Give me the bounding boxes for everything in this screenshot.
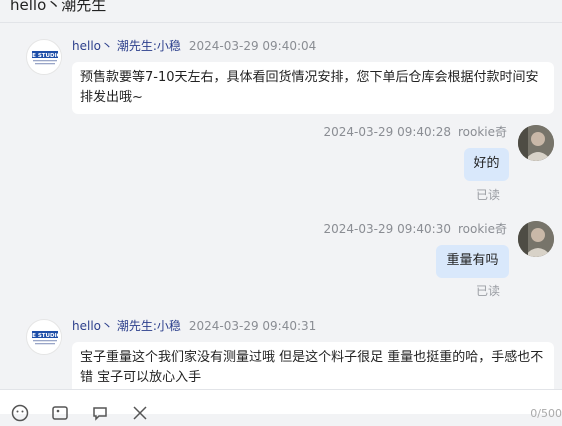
chat-header: hello丶潮先生 — [0, 0, 562, 23]
user-avatar[interactable] — [518, 125, 554, 161]
char-counter: 0/500 — [530, 407, 562, 420]
message-meta: hello丶 潮先生:小稳 2024-03-29 09:40:04 — [72, 38, 316, 54]
sender-name: rookie奇 — [457, 125, 507, 139]
svg-text:LE STUDIO: LE STUDIO — [29, 53, 62, 59]
message-time: 2024-03-29 09:40:30 — [323, 222, 451, 236]
quick-reply-icon[interactable] — [91, 404, 109, 422]
read-status: 已读 — [476, 188, 501, 202]
chat-title: hello丶潮先生 — [10, 0, 107, 14]
sender-name: rookie奇 — [457, 222, 507, 236]
input-toolbar: 0/500 — [0, 389, 562, 422]
image-icon[interactable] — [51, 404, 69, 422]
sender-name: hello丶 潮先生:小稳 — [72, 319, 181, 333]
scissors-icon[interactable] — [131, 404, 149, 422]
shop-avatar[interactable]: LE STUDIO — [26, 39, 62, 75]
message-time: 2024-03-29 09:40:04 — [188, 39, 317, 53]
message-meta: hello丶 潮先生:小稳 2024-03-29 09:40:31 — [72, 318, 316, 334]
message-meta: 2024-03-29 09:40:30 rookie奇 — [324, 221, 507, 237]
message-bubble: 好的 — [464, 148, 509, 181]
shop-avatar[interactable]: LE STUDIO — [26, 319, 62, 355]
user-avatar[interactable] — [518, 221, 554, 257]
message-bubble: 宝子重量这个我们家没有测量过哦 但是这个料子很足 重量也挺重的哈，手感也不错 宝… — [72, 342, 554, 389]
message-time: 2024-03-29 09:40:28 — [323, 125, 451, 139]
message-bubble: 预售款要等7-10天左右，具体看回货情况安排，您下单后仓库会根据付款时间安排发出… — [72, 62, 554, 114]
message-meta: 2024-03-29 09:40:28 rookie奇 — [324, 124, 507, 140]
message-list[interactable]: LE STUDIO hello丶 潮先生:小稳 2024-03-29 09:40:… — [0, 23, 562, 389]
svg-text:LE STUDIO: LE STUDIO — [29, 333, 62, 339]
read-status: 已读 — [476, 284, 501, 298]
sender-name: hello丶 潮先生:小稳 — [72, 39, 181, 53]
emoji-icon[interactable] — [11, 404, 29, 422]
message-time: 2024-03-29 09:40:31 — [188, 319, 317, 333]
message-bubble: 重量有吗 — [436, 245, 509, 278]
